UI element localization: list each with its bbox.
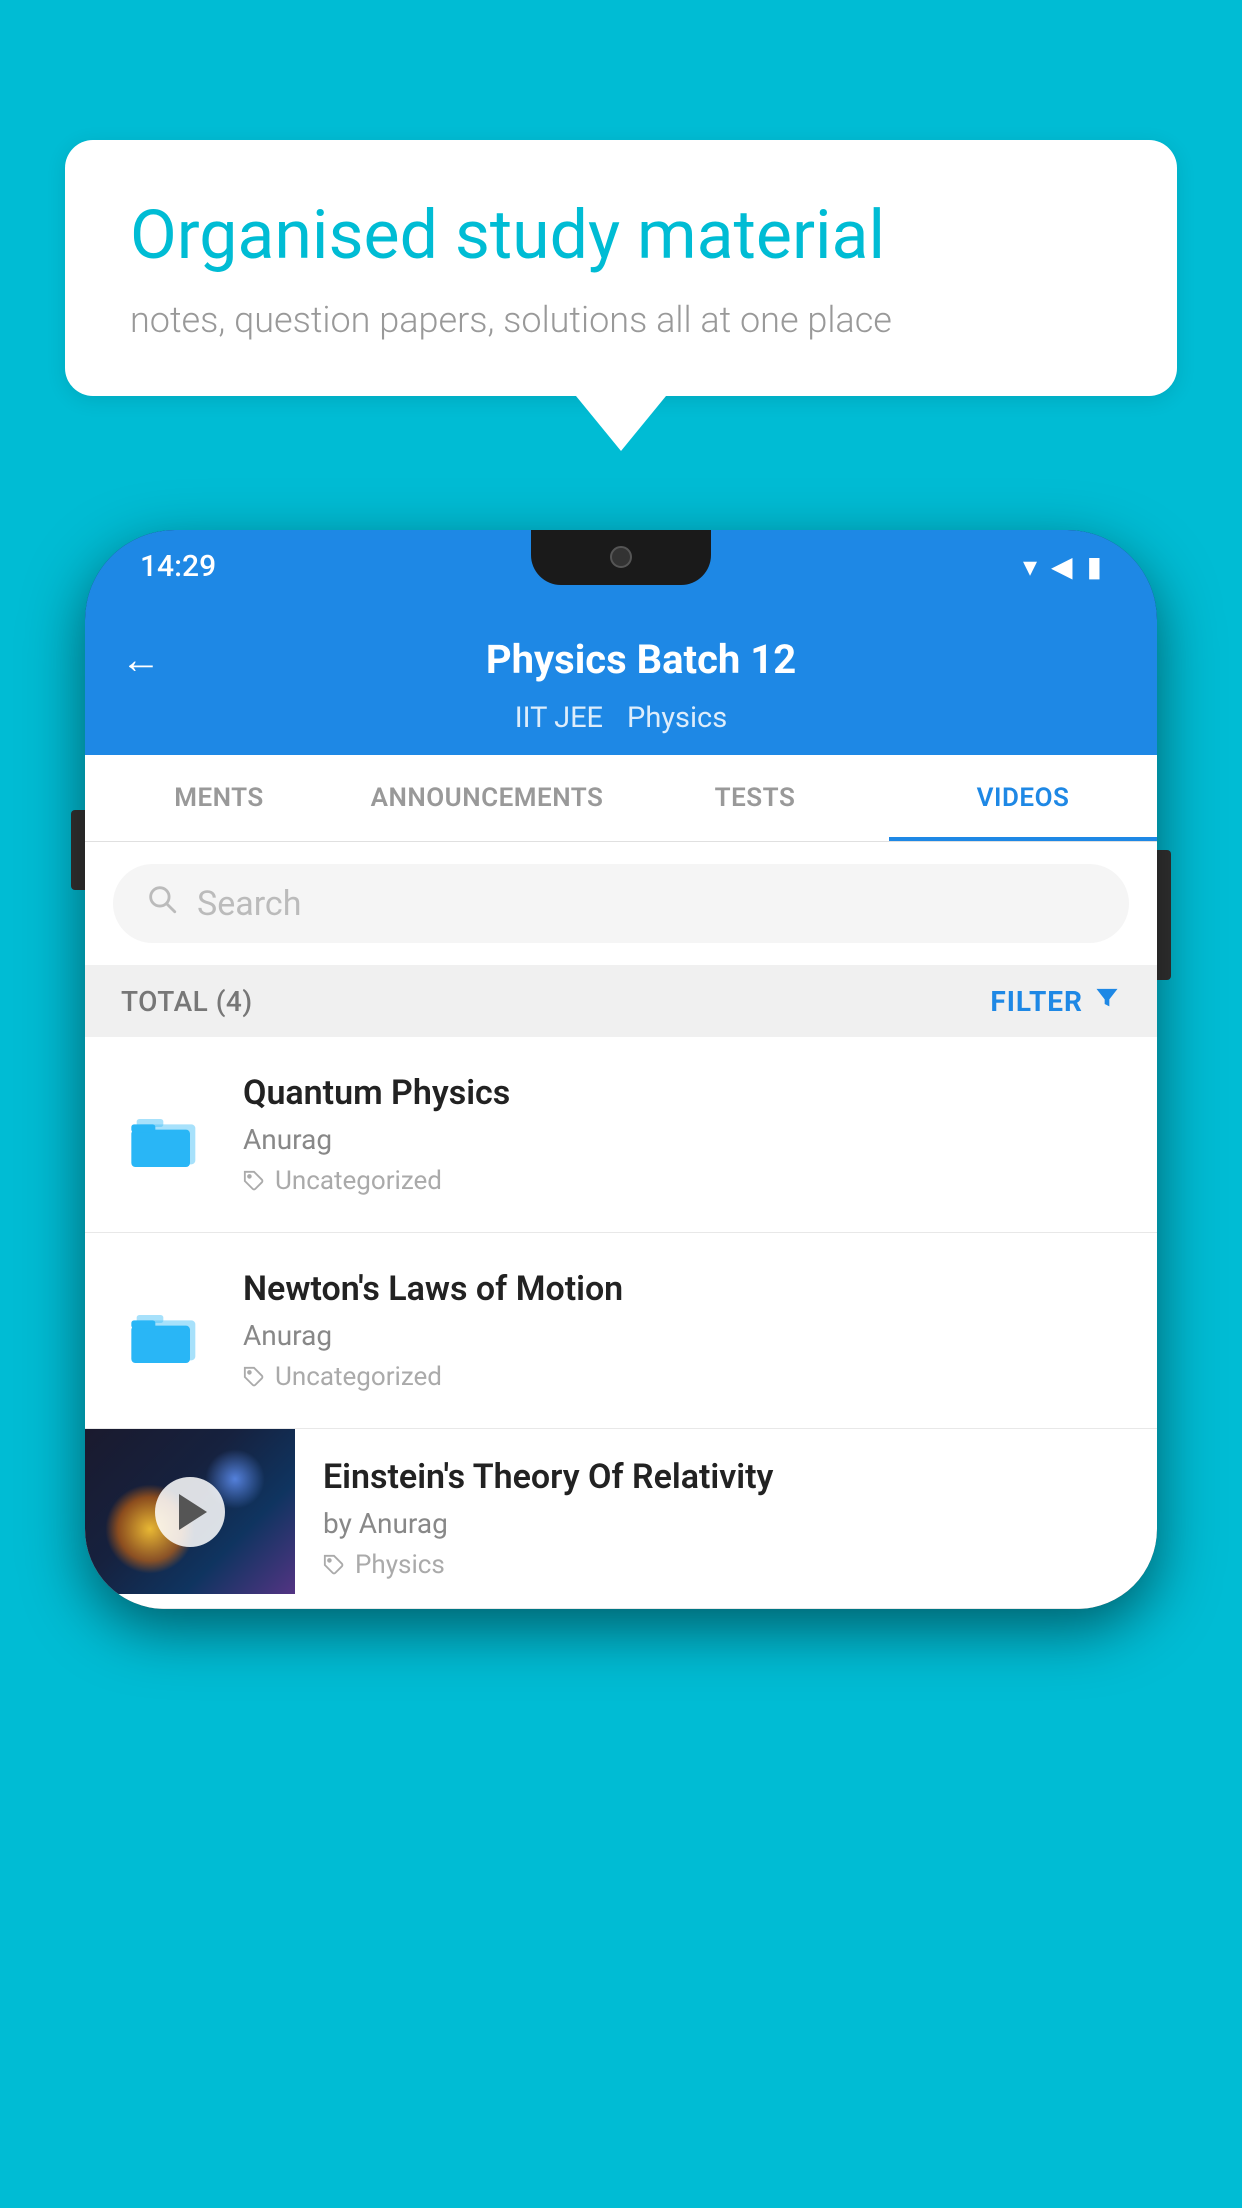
item-icon-folder-2 — [121, 1286, 211, 1376]
video-thumbnail — [85, 1429, 295, 1594]
list-container: Quantum Physics Anurag Uncategorized — [85, 1037, 1157, 1609]
item-title: Quantum Physics — [243, 1073, 1121, 1113]
phone-side-button-right — [1157, 850, 1171, 980]
app-header-tags: IIT JEE Physics — [85, 701, 1157, 755]
tab-tests[interactable]: TESTS — [621, 755, 889, 841]
status-icons: ▾ ◀ ▮ — [1023, 550, 1102, 583]
item-title-2: Newton's Laws of Motion — [243, 1269, 1121, 1309]
item-tag-2: Uncategorized — [243, 1362, 1121, 1392]
wifi-icon: ▾ — [1023, 550, 1037, 583]
item-info-2: Newton's Laws of Motion Anurag Uncategor… — [243, 1269, 1121, 1392]
play-triangle-icon — [179, 1494, 207, 1530]
phone-frame: 14:29 ▾ ◀ ▮ ← Physics Batch 12 IIT JEE P… — [85, 530, 1157, 1609]
speech-bubble-wrapper: Organised study material notes, question… — [65, 140, 1177, 451]
item-tag-label-2: Uncategorized — [275, 1362, 442, 1392]
speech-bubble-title: Organised study material — [130, 195, 1112, 277]
item-info: Quantum Physics Anurag Uncategorized — [243, 1073, 1121, 1196]
item-author: Anurag — [243, 1123, 1121, 1156]
search-icon — [145, 882, 179, 925]
total-count: TOTAL (4) — [121, 985, 253, 1018]
app-header: ← Physics Batch 12 IIT JEE Physics — [85, 602, 1157, 755]
tab-ments[interactable]: MENTS — [85, 755, 353, 841]
speech-bubble: Organised study material notes, question… — [65, 140, 1177, 396]
phone-wrapper: 14:29 ▾ ◀ ▮ ← Physics Batch 12 IIT JEE P… — [85, 530, 1157, 2208]
filter-button[interactable]: FILTER — [990, 983, 1121, 1019]
app-header-title: Physics Batch 12 — [161, 636, 1121, 683]
phone-side-button-left — [71, 810, 85, 890]
speech-bubble-tail — [576, 396, 666, 451]
filter-funnel-icon — [1093, 983, 1121, 1019]
tabs: MENTS ANNOUNCEMENTS TESTS VIDEOS — [85, 755, 1157, 842]
search-placeholder: Search — [197, 884, 301, 924]
filter-label: FILTER — [990, 985, 1083, 1018]
notch — [531, 530, 711, 585]
video-info: Einstein's Theory Of Relativity by Anura… — [295, 1429, 1157, 1608]
status-bar: 14:29 ▾ ◀ ▮ — [85, 530, 1157, 602]
item-tag-label: Uncategorized — [275, 1166, 442, 1196]
app-header-tag-iitjee: IIT JEE — [515, 701, 603, 735]
camera-dot — [610, 546, 632, 568]
item-author-2: Anurag — [243, 1319, 1121, 1352]
tab-announcements[interactable]: ANNOUNCEMENTS — [353, 755, 621, 841]
video-tag: Physics — [323, 1550, 1129, 1580]
list-item[interactable]: Quantum Physics Anurag Uncategorized — [85, 1037, 1157, 1233]
status-time: 14:29 — [140, 549, 216, 584]
battery-icon: ▮ — [1087, 550, 1102, 583]
search-bar[interactable]: Search — [113, 864, 1129, 943]
search-bar-wrapper: Search — [85, 842, 1157, 965]
video-author: by Anurag — [323, 1507, 1129, 1540]
back-button[interactable]: ← — [121, 636, 161, 683]
video-title: Einstein's Theory Of Relativity — [323, 1457, 1129, 1497]
tab-videos[interactable]: VIDEOS — [889, 755, 1157, 841]
speech-bubble-subtitle: notes, question papers, solutions all at… — [130, 299, 1112, 341]
app-header-top: ← Physics Batch 12 — [85, 622, 1157, 701]
play-button[interactable] — [155, 1477, 225, 1547]
video-list-item[interactable]: Einstein's Theory Of Relativity by Anura… — [85, 1429, 1157, 1609]
app-header-tag-physics: Physics — [627, 701, 727, 735]
list-item[interactable]: Newton's Laws of Motion Anurag Uncategor… — [85, 1233, 1157, 1429]
filter-bar: TOTAL (4) FILTER — [85, 965, 1157, 1037]
item-icon-folder — [121, 1090, 211, 1180]
item-tag: Uncategorized — [243, 1166, 1121, 1196]
signal-icon: ◀ — [1051, 550, 1073, 583]
video-tag-label: Physics — [355, 1550, 445, 1580]
